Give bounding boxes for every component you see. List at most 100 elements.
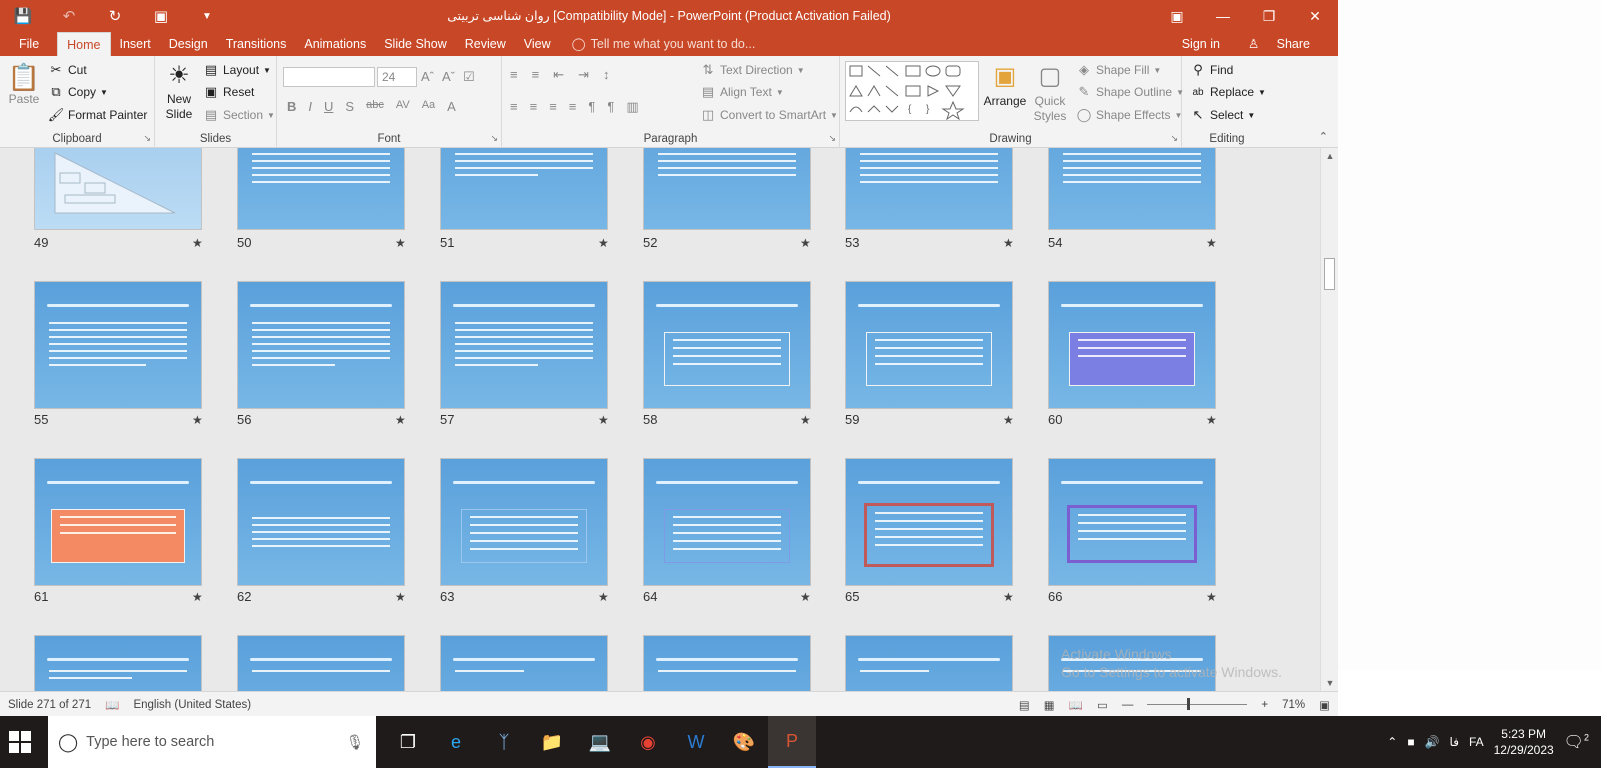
animation-star-icon[interactable]: ★ bbox=[800, 590, 811, 604]
dialog-launcher-icon[interactable]: ↘ bbox=[1170, 133, 1178, 144]
spell-check-icon[interactable]: 📖 bbox=[105, 698, 119, 712]
edge-icon[interactable]: e bbox=[432, 716, 480, 768]
slide-thumbnail[interactable] bbox=[643, 458, 811, 586]
zoom-slider[interactable] bbox=[1147, 698, 1248, 710]
new-slide-button[interactable]: ☀ New Slide bbox=[161, 60, 197, 122]
slide-thumbnail[interactable] bbox=[440, 148, 608, 230]
text-direction-button[interactable]: ⇅ Text Direction ▼ bbox=[700, 62, 805, 78]
animation-star-icon[interactable]: ★ bbox=[1206, 590, 1217, 604]
chevron-up-icon[interactable]: ⌃ bbox=[1387, 735, 1397, 749]
slide-thumbnail[interactable] bbox=[440, 281, 608, 409]
font-color-icon[interactable]: A bbox=[447, 99, 456, 114]
dialog-launcher-icon[interactable]: ↘ bbox=[143, 133, 151, 144]
powerpoint-icon[interactable]: P bbox=[768, 716, 816, 768]
dialog-launcher-icon[interactable]: ↘ bbox=[490, 133, 498, 144]
font-size-combobox[interactable]: 24 bbox=[377, 67, 417, 87]
strikethrough-icon[interactable]: abc bbox=[366, 99, 384, 114]
taskbar-search-box[interactable]: ◯ Type here to search 🎙 bbox=[48, 716, 376, 768]
normal-view-icon[interactable]: ▤ bbox=[1019, 698, 1030, 712]
slide-thumbnail[interactable] bbox=[845, 148, 1013, 230]
italic-icon[interactable]: I bbox=[308, 99, 312, 114]
file-explorer-icon[interactable]: 📁 bbox=[528, 716, 576, 768]
tell-me-search[interactable]: ◯ Tell me what you want to do... bbox=[560, 32, 765, 56]
decrease-indent-icon[interactable]: ⇤ bbox=[553, 67, 564, 83]
line-spacing-icon[interactable]: ↕ bbox=[603, 67, 610, 83]
windows-start-icon[interactable] bbox=[8, 730, 32, 754]
network-icon[interactable]: ■ bbox=[1407, 735, 1414, 749]
section-button[interactable]: ▤ Section ▼ bbox=[203, 107, 275, 123]
select-button[interactable]: ↖ Select ▼ bbox=[1190, 107, 1256, 123]
slide-thumbnail[interactable] bbox=[845, 635, 1013, 691]
scroll-down-icon[interactable]: ▼ bbox=[1322, 675, 1338, 691]
slide-thumbnail[interactable] bbox=[643, 281, 811, 409]
slide-thumbnail[interactable] bbox=[34, 281, 202, 409]
slide-thumbnail[interactable] bbox=[34, 148, 202, 230]
slide-thumbnail[interactable] bbox=[237, 458, 405, 586]
bullets-icon[interactable]: ≡ bbox=[510, 67, 518, 83]
animation-star-icon[interactable]: ★ bbox=[192, 590, 203, 604]
ime-indicator[interactable]: فا bbox=[1450, 735, 1459, 749]
align-text-button[interactable]: ▤ Align Text ▼ bbox=[700, 84, 784, 100]
slide-thumbnail[interactable] bbox=[440, 635, 608, 691]
underline-icon[interactable]: U bbox=[324, 99, 333, 114]
vertical-scrollbar[interactable]: ▲ ▼ bbox=[1320, 148, 1338, 691]
scroll-up-icon[interactable]: ▲ bbox=[1322, 148, 1338, 164]
replace-button[interactable]: ab Replace ▼ bbox=[1190, 84, 1266, 100]
slide-thumbnail[interactable] bbox=[643, 148, 811, 230]
copy-button[interactable]: ⧉ Copy ▼ bbox=[48, 84, 108, 100]
find-button[interactable]: ⚲ Find bbox=[1190, 62, 1233, 78]
notification-center-icon[interactable]: 🗨2 bbox=[1564, 732, 1589, 752]
tab-design[interactable]: Design bbox=[160, 32, 217, 56]
fit-to-window-icon[interactable]: ▣ bbox=[1319, 698, 1330, 712]
slide-thumbnail[interactable] bbox=[34, 458, 202, 586]
change-case-icon[interactable]: Aa bbox=[422, 99, 435, 114]
cut-button[interactable]: ✂ Cut bbox=[48, 62, 87, 78]
slide-thumbnail[interactable] bbox=[1048, 458, 1216, 586]
tab-view[interactable]: View bbox=[515, 32, 560, 56]
slide-thumbnail[interactable] bbox=[440, 458, 608, 586]
animation-star-icon[interactable]: ★ bbox=[395, 236, 406, 250]
ltr-icon[interactable]: ¶ bbox=[607, 99, 614, 115]
increase-indent-icon[interactable]: ⇥ bbox=[578, 67, 589, 83]
character-spacing-icon[interactable]: AV bbox=[396, 99, 410, 114]
animation-star-icon[interactable]: ★ bbox=[192, 413, 203, 427]
tab-transitions[interactable]: Transitions bbox=[217, 32, 296, 56]
animation-star-icon[interactable]: ★ bbox=[395, 413, 406, 427]
font-family-combobox[interactable] bbox=[283, 67, 375, 87]
microphone-icon[interactable]: 🎙 bbox=[346, 734, 364, 751]
animation-star-icon[interactable]: ★ bbox=[800, 236, 811, 250]
zoom-in-icon[interactable]: + bbox=[1261, 699, 1268, 711]
zoom-out-icon[interactable]: — bbox=[1122, 699, 1134, 711]
clear-formatting-icon[interactable]: ☑ bbox=[463, 69, 475, 85]
input-language[interactable]: FA bbox=[1469, 735, 1484, 749]
shapes-gallery[interactable]: {} bbox=[845, 61, 979, 121]
taskbar-clock[interactable]: 5:23 PM 12/29/2023 bbox=[1494, 726, 1554, 758]
justify-icon[interactable]: ≡ bbox=[569, 99, 577, 115]
undo-icon[interactable]: ↶ bbox=[46, 0, 92, 32]
arrange-button[interactable]: ▣ Arrange bbox=[983, 60, 1027, 109]
shape-outline-button[interactable]: ✎ Shape Outline ▼ bbox=[1076, 84, 1184, 100]
sign-in-link[interactable]: Sign in bbox=[1168, 32, 1234, 56]
close-icon[interactable]: ✕ bbox=[1292, 0, 1338, 32]
animation-star-icon[interactable]: ★ bbox=[1003, 236, 1014, 250]
slide-thumbnail[interactable] bbox=[237, 635, 405, 691]
slide-thumbnail[interactable] bbox=[1048, 148, 1216, 230]
slide-show-view-icon[interactable]: ▭ bbox=[1097, 698, 1108, 712]
slide-thumbnail[interactable] bbox=[237, 281, 405, 409]
tab-review[interactable]: Review bbox=[456, 32, 515, 56]
animation-star-icon[interactable]: ★ bbox=[395, 590, 406, 604]
customize-qat-icon[interactable]: ▼ bbox=[184, 0, 230, 32]
tab-file[interactable]: File bbox=[0, 32, 57, 56]
chrome-icon[interactable]: ◉ bbox=[624, 716, 672, 768]
reset-button[interactable]: ▣ Reset bbox=[203, 84, 255, 100]
redo-icon[interactable]: ↻ bbox=[92, 0, 138, 32]
ribbon-display-options-icon[interactable]: ▣ bbox=[1154, 0, 1200, 32]
animation-star-icon[interactable]: ★ bbox=[800, 413, 811, 427]
quick-styles-button[interactable]: ▢ Quick Styles bbox=[1030, 60, 1070, 124]
bold-icon[interactable]: B bbox=[287, 99, 296, 114]
decrease-font-size-icon[interactable]: Aˇ bbox=[442, 69, 455, 85]
tab-slide-show[interactable]: Slide Show bbox=[375, 32, 456, 56]
share-button[interactable]: ♙ Share bbox=[1234, 32, 1338, 56]
align-right-icon[interactable]: ≡ bbox=[549, 99, 557, 115]
shadow-icon[interactable]: S bbox=[345, 99, 354, 114]
